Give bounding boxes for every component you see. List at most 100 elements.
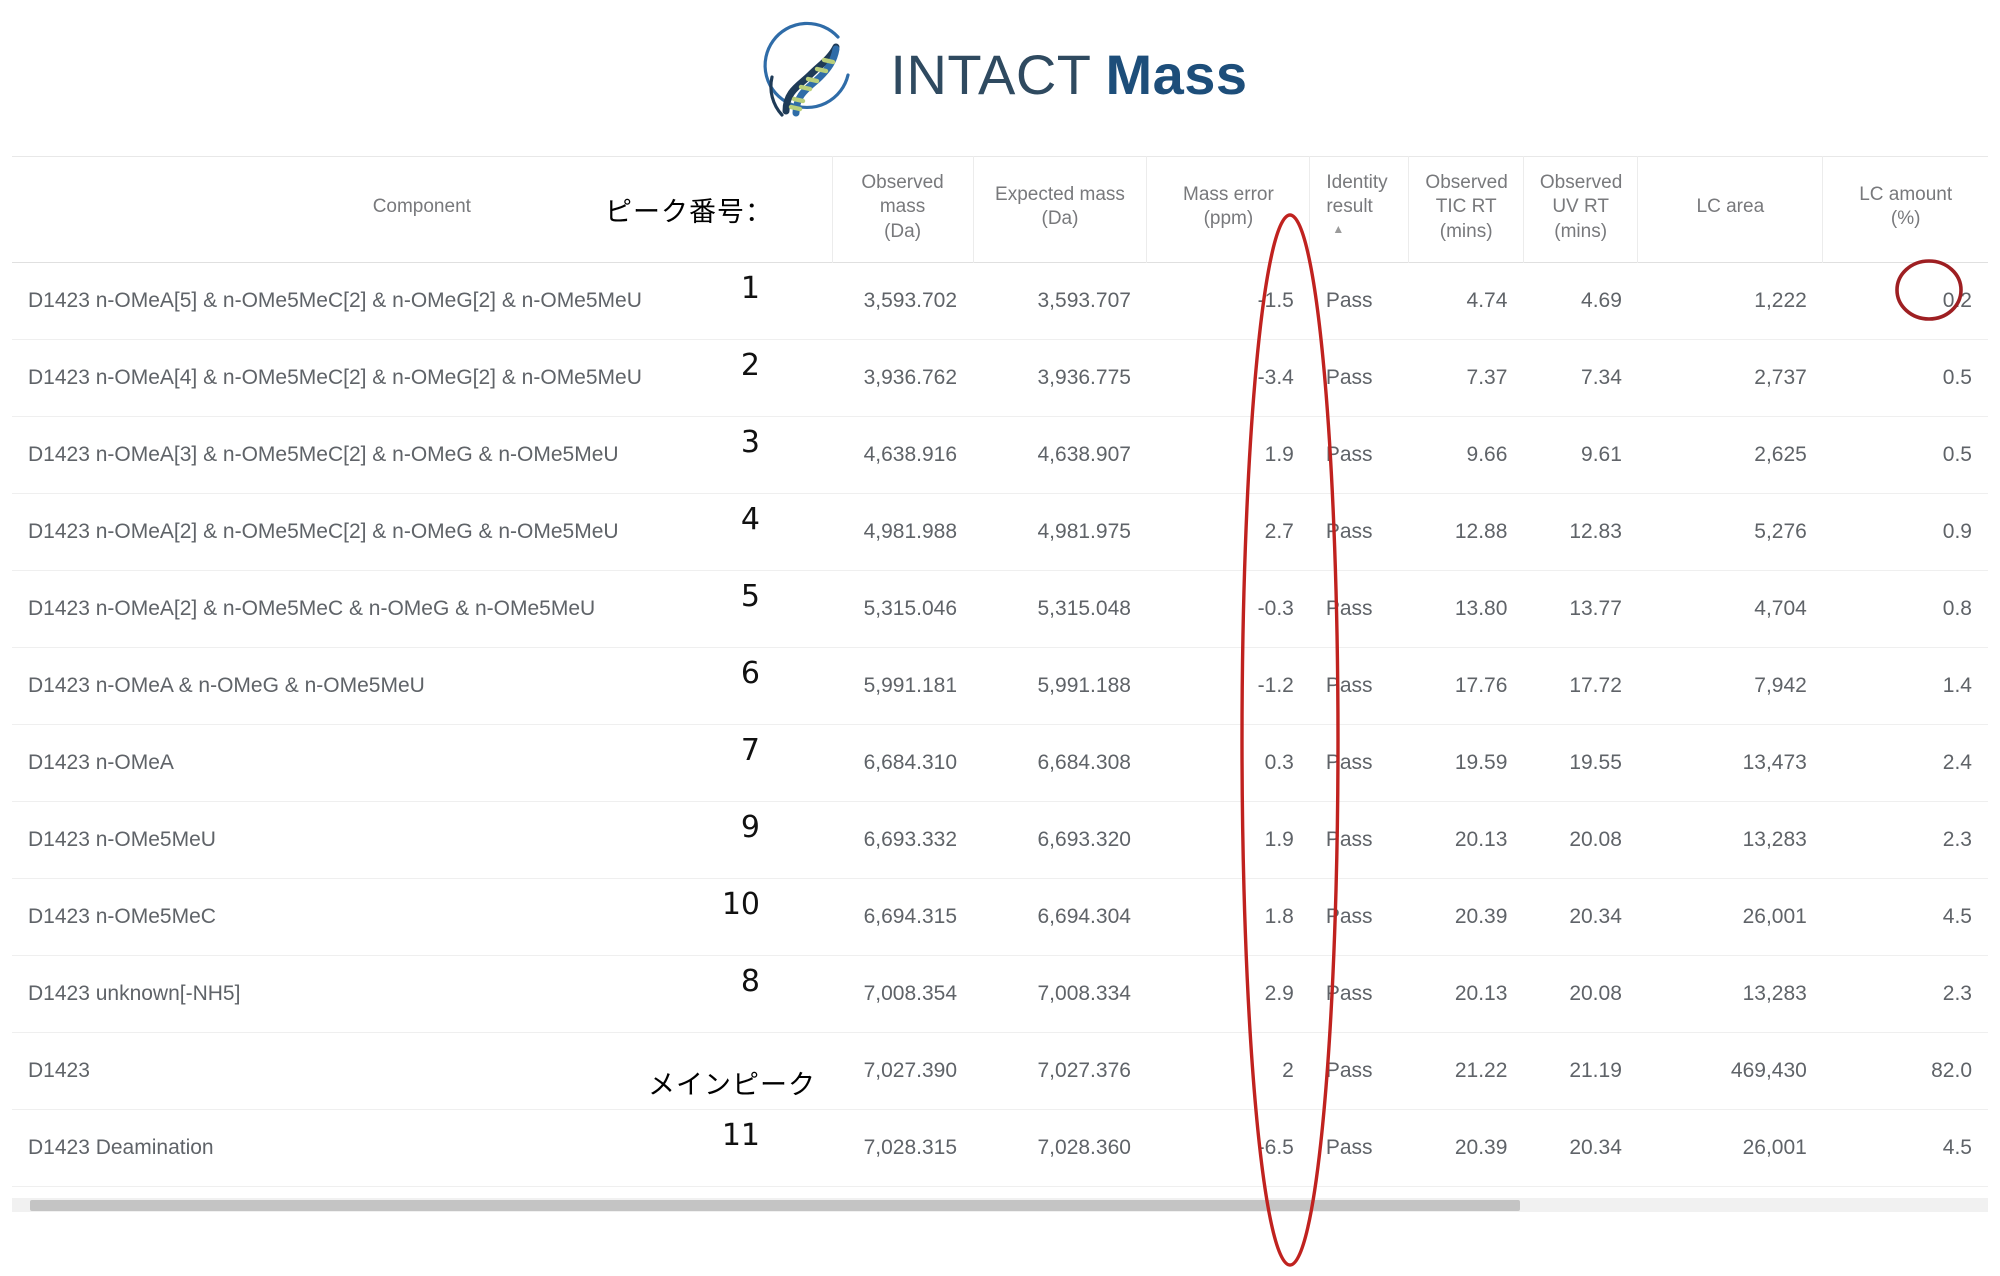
observed-tic-rt-cell: 20.13 (1408, 801, 1524, 879)
observed-mass-cell: 4,638.916 (832, 416, 974, 494)
lc-area-cell: 2,625 (1637, 416, 1823, 494)
observed-mass-cell: 7,028.315 (832, 1109, 974, 1187)
identity-result-cell: Pass (1309, 339, 1409, 417)
horizontal-scrollbar-thumb[interactable] (30, 1200, 1520, 1211)
column-header-mass-error-unit: (ppm) (1203, 208, 1254, 230)
table-body: D1423 n-OMeA[5] & n-OMe5MeC[2] & n-OMeG[… (12, 262, 1988, 1187)
column-header-observed-tic-rt-line2: TIC RT (1435, 196, 1497, 218)
table-row[interactable]: D1423 n-OMeA[3] & n-OMe5MeC[2] & n-OMeG … (12, 416, 1988, 494)
table-row[interactable]: D1423 unknown[-NH5] 7,008.354 7,008.334 2.9… (12, 955, 1988, 1033)
observed-uv-rt-cell: 13.77 (1523, 570, 1638, 648)
expected-mass-cell: 3,936.775 (973, 339, 1147, 417)
component-cell: D1423 n-OMe5MeU (12, 801, 833, 879)
column-header-observed-uv-rt-line2: UV RT (1552, 196, 1609, 218)
identity-result-cell: Pass (1309, 955, 1409, 1033)
component-cell: D1423 n-OMeA (12, 724, 833, 802)
column-header-lc-area[interactable]: LC area (1637, 156, 1823, 263)
table-row[interactable]: D1423 Deamination 7,028.315 7,028.360 -6.5 P… (12, 1109, 1988, 1187)
table-header: Component Observed mass (Da) Expected ma… (12, 156, 1988, 263)
lc-area-cell: 26,001 (1637, 1109, 1823, 1187)
observed-uv-rt-cell: 9.61 (1523, 416, 1638, 494)
table-row[interactable]: D1423 n-OMe5MeC 6,694.315 6,694.304 1.8 Pass… (12, 878, 1988, 956)
lc-area-cell: 13,283 (1637, 955, 1823, 1033)
observed-mass-cell: 3,593.702 (832, 262, 974, 340)
mass-error-cell: -1.2 (1146, 647, 1310, 725)
expected-mass-cell: 6,684.308 (973, 724, 1147, 802)
table-row[interactable]: D1423 n-OMeA 6,684.310 6,684.308 0.3 Pass 19.… (12, 724, 1988, 802)
expected-mass-cell: 7,027.376 (973, 1032, 1147, 1110)
lc-amount-cell: 2.4 (1822, 724, 1988, 802)
lc-area-cell: 7,942 (1637, 647, 1823, 725)
observed-tic-rt-cell: 12.88 (1408, 493, 1524, 571)
observed-tic-rt-cell: 17.76 (1408, 647, 1524, 725)
column-header-identity-result[interactable]: Identity result ▲ (1309, 156, 1409, 263)
results-table: Component Observed mass (Da) Expected ma… (12, 156, 1988, 1187)
identity-result-cell: Pass (1309, 493, 1409, 571)
column-header-observed-tic-rt[interactable]: Observed TIC RT (mins) (1408, 156, 1524, 263)
lc-amount-cell: 1.4 (1822, 647, 1988, 725)
observed-uv-rt-cell: 20.08 (1523, 955, 1638, 1033)
observed-mass-cell: 5,991.181 (832, 647, 974, 725)
observed-uv-rt-cell: 4.69 (1523, 262, 1638, 340)
lc-amount-cell: 0.9 (1822, 493, 1988, 571)
observed-uv-rt-cell: 12.83 (1523, 493, 1638, 571)
sort-ascending-icon[interactable]: ▲ (1332, 222, 1344, 237)
column-header-expected-mass[interactable]: Expected mass (Da) (972, 156, 1147, 263)
column-header-mass-error[interactable]: Mass error (ppm) (1146, 156, 1310, 263)
identity-result-cell: Pass (1309, 262, 1409, 340)
observed-tic-rt-cell: 21.22 (1408, 1032, 1524, 1110)
column-header-component[interactable]: Component (12, 156, 833, 263)
mass-error-cell: 2 (1146, 1032, 1310, 1110)
column-header-identity-result-line1: Identity (1326, 172, 1388, 193)
lc-area-cell: 26,001 (1637, 878, 1823, 956)
column-header-expected-mass-line1: Expected mass (995, 184, 1125, 206)
observed-uv-rt-cell: 20.08 (1523, 801, 1638, 879)
column-header-observed-uv-rt-unit: (mins) (1554, 220, 1608, 242)
column-header-expected-mass-unit: (Da) (1041, 208, 1079, 230)
identity-result-cell: Pass (1309, 416, 1409, 494)
mass-error-cell: -6.5 (1146, 1109, 1310, 1187)
component-cell: D1423 (12, 1032, 833, 1110)
column-header-lc-area-line1: LC area (1696, 196, 1765, 218)
column-header-observed-uv-rt[interactable]: Observed UV RT (mins) (1522, 156, 1638, 263)
observed-tic-rt-cell: 9.66 (1408, 416, 1524, 494)
table-row[interactable]: D1423 7,027.390 7,027.376 2 Pass 21.22 21.19 46… (12, 1032, 1988, 1110)
column-header-lc-amount-unit: (%) (1890, 208, 1921, 230)
observed-tic-rt-cell: 20.39 (1408, 1109, 1524, 1187)
table-row[interactable]: D1423 n-OMeA[5] & n-OMe5MeC[2] & n-OMeG[… (12, 262, 1988, 340)
column-header-lc-amount[interactable]: LC amount (%) (1822, 156, 1988, 263)
table-row[interactable]: D1423 n-OMeA[2] & n-OMe5MeC[2] & n-OMeG … (12, 493, 1988, 571)
lc-area-cell: 13,283 (1637, 801, 1823, 879)
column-header-lc-amount-line1: LC amount (1859, 184, 1953, 206)
component-cell: D1423 n-OMeA[5] & n-OMe5MeC[2] & n-OMeG[… (12, 262, 833, 340)
observed-mass-cell: 3,936.762 (832, 339, 974, 417)
lc-area-cell: 469,430 (1637, 1032, 1823, 1110)
table-row[interactable]: D1423 n-OMe5MeU 6,693.332 6,693.320 1.9 Pass… (12, 801, 1988, 879)
expected-mass-cell: 4,638.907 (973, 416, 1147, 494)
table-row[interactable]: D1423 n-OMeA & n-OMeG & n-OMe5MeU 5,991.1… (12, 647, 1988, 725)
observed-tic-rt-cell: 13.80 (1408, 570, 1524, 648)
component-cell: D1423 unknown[-NH5] (12, 955, 833, 1033)
observed-uv-rt-cell: 17.72 (1523, 647, 1638, 725)
expected-mass-cell: 3,593.707 (973, 262, 1147, 340)
table-row[interactable]: D1423 n-OMeA[2] & n-OMe5MeC & n-OMeG & n… (12, 570, 1988, 648)
expected-mass-cell: 7,008.334 (973, 955, 1147, 1033)
column-header-observed-tic-rt-unit: (mins) (1439, 220, 1493, 242)
identity-result-cell: Pass (1309, 1109, 1409, 1187)
column-header-observed-uv-rt-line1: Observed (1539, 172, 1623, 193)
table-row[interactable]: D1423 n-OMeA[4] & n-OMe5MeC[2] & n-OMeG[… (12, 339, 1988, 417)
observed-tic-rt-cell: 20.13 (1408, 955, 1524, 1033)
observed-uv-rt-cell: 7.34 (1523, 339, 1638, 417)
expected-mass-cell: 6,694.304 (973, 878, 1147, 956)
expected-mass-cell: 7,028.360 (973, 1109, 1147, 1187)
observed-tic-rt-cell: 7.37 (1408, 339, 1524, 417)
expected-mass-cell: 4,981.975 (973, 493, 1147, 571)
lc-amount-cell: 0.5 (1822, 339, 1988, 417)
results-table-container[interactable]: Component Observed mass (Da) Expected ma… (12, 156, 1988, 1187)
lc-amount-cell: 2.3 (1822, 955, 1988, 1033)
observed-tic-rt-cell: 4.74 (1408, 262, 1524, 340)
column-header-observed-mass-unit: (Da) (884, 220, 922, 242)
column-header-observed-mass[interactable]: Observed mass (Da) (831, 156, 974, 263)
column-header-mass-error-line1: Mass error (1183, 184, 1274, 206)
observed-mass-cell: 5,315.046 (832, 570, 974, 648)
